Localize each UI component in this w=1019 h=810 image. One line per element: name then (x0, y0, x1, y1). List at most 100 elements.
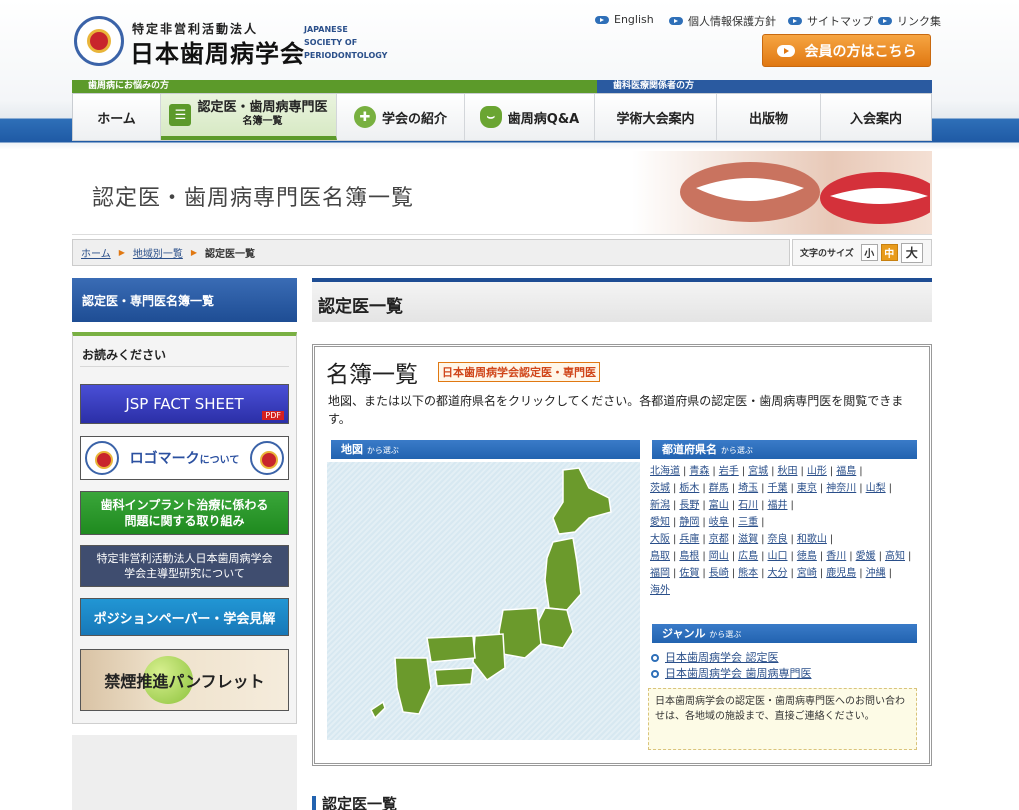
nav-home[interactable]: ホーム (73, 94, 161, 140)
nav-specialist-list[interactable]: ☰ 認定医・歯周病専門医 名簿一覧 (161, 94, 337, 140)
prefecture-link[interactable]: 大分 (768, 568, 788, 579)
prefecture-link[interactable]: 福岡 (650, 568, 670, 579)
list-badge: 日本歯周病学会認定医・専門医 (438, 362, 600, 382)
nav-about[interactable]: ✚ 学会の紹介 (337, 94, 465, 140)
arrow-icon (669, 17, 683, 25)
prefecture-link[interactable]: 奈良 (768, 534, 788, 545)
prefecture-link[interactable]: 山形 (807, 466, 827, 477)
tooth-icon: ⌣ (479, 106, 502, 128)
font-size-small-button[interactable]: 小 (860, 244, 878, 261)
nav-join[interactable]: 入会案内 (821, 94, 931, 140)
prefecture-link[interactable]: 宮崎 (797, 568, 817, 579)
separator: | (702, 568, 706, 579)
prefecture-link[interactable]: 石川 (738, 500, 758, 511)
prefecture-row: 茨城 | 栃木 | 群馬 | 埼玉 | 千葉 | 東京 | 神奈川 | 山梨 | (650, 480, 915, 497)
prefecture-link[interactable]: 北海道 (650, 466, 680, 477)
prefecture-link[interactable]: 山口 (768, 551, 788, 562)
prefecture-link[interactable]: 福島 (836, 466, 856, 477)
genre-section-header: ジャンル から選ぶ (648, 624, 917, 643)
separator: | (819, 551, 824, 562)
prefecture-link[interactable]: 新潟 (650, 500, 670, 511)
member-login-button[interactable]: 会員の方はこちら (762, 34, 931, 67)
japan-map[interactable] (327, 462, 640, 740)
util-link-links[interactable]: リンク集 (878, 13, 941, 29)
util-link-privacy[interactable]: 個人情報保護方針 (669, 13, 776, 29)
prefecture-link[interactable]: 青森 (689, 466, 709, 477)
audience-bar-professional: 歯科医療関係者の方 (597, 80, 932, 93)
prefecture-link[interactable]: 徳島 (797, 551, 817, 562)
prefecture-link[interactable]: 大阪 (650, 534, 670, 545)
separator: | (741, 466, 746, 477)
prefecture-link[interactable]: 京都 (709, 534, 729, 545)
prefecture-link[interactable]: 静岡 (679, 517, 699, 528)
prefecture-link[interactable]: 愛媛 (856, 551, 876, 562)
prefecture-link[interactable]: 岩手 (719, 466, 739, 477)
plus-icon: ✚ (353, 106, 376, 128)
separator: | (761, 517, 765, 528)
prefecture-link[interactable]: 長崎 (709, 568, 729, 579)
logo-title[interactable]: 日本歯周病学会 (130, 34, 305, 69)
prefecture-section-header: 都道府県名 から選ぶ (648, 440, 917, 459)
prefecture-link[interactable]: 熊本 (738, 568, 758, 579)
prefecture-link[interactable]: 秋田 (778, 466, 798, 477)
prefecture-link[interactable]: 鳥取 (650, 551, 670, 562)
society-seal-logo[interactable] (74, 16, 124, 66)
seal-icon (85, 441, 119, 475)
prefecture-link[interactable]: 埼玉 (738, 483, 758, 494)
font-size-medium-button[interactable]: 中 (880, 244, 898, 261)
smoking-pamphlet-banner[interactable]: 禁煙推進パンフレット (80, 649, 289, 711)
sidebar-title[interactable]: 認定医・専門医名簿一覧 (72, 278, 297, 322)
prefecture-link[interactable]: 愛知 (650, 517, 670, 528)
prefecture-link[interactable]: 高知 (885, 551, 905, 562)
separator: | (790, 534, 794, 545)
prefecture-link[interactable]: 島根 (679, 551, 699, 562)
map-region-kinki (472, 633, 506, 682)
separator: | (731, 551, 736, 562)
prefecture-link[interactable]: 群馬 (709, 483, 729, 494)
research-banner[interactable]: 特定非営利活動法人日本歯周病学会 学会主導型研究について (80, 545, 289, 587)
prefecture-link[interactable]: 兵庫 (679, 534, 699, 545)
prefecture-link[interactable]: 和歌山 (797, 534, 827, 545)
separator: | (761, 568, 765, 579)
prefecture-link[interactable]: 東京 (797, 483, 817, 494)
prefecture-link[interactable]: 栃木 (679, 483, 699, 494)
prefecture-link[interactable]: 岡山 (709, 551, 729, 562)
prefecture-link[interactable]: 鹿児島 (826, 568, 856, 579)
prefecture-link[interactable]: 滋賀 (738, 534, 758, 545)
breadcrumb-region[interactable]: 地域別一覧 (133, 245, 183, 260)
prefecture-link[interactable]: 山梨 (866, 483, 886, 494)
separator: | (859, 466, 863, 477)
nav-publications[interactable]: 出版物 (717, 94, 821, 140)
breadcrumb-home[interactable]: ホーム (81, 245, 111, 260)
font-size-large-button[interactable]: 大 (900, 242, 923, 263)
util-link-english[interactable]: English (595, 13, 654, 26)
separator: | (819, 483, 824, 494)
implant-banner[interactable]: 歯科インプラント治療に係わる 問題に関する取り組み (80, 491, 289, 535)
prefecture-link[interactable]: 福井 (768, 500, 788, 511)
position-paper-banner[interactable]: ポジションペーパー・学会見解 (80, 598, 289, 636)
nav-congress[interactable]: 学術大会案内 (595, 94, 717, 140)
prefecture-link[interactable]: 佐賀 (679, 568, 699, 579)
nav-qa[interactable]: ⌣ 歯周病Q&A (465, 94, 595, 140)
prefecture-link[interactable]: 神奈川 (826, 483, 856, 494)
logo-mark-banner[interactable]: ロゴマークについて (80, 436, 289, 480)
genre-link-certified[interactable]: 日本歯周病学会 認定医 (651, 650, 812, 666)
prefecture-link[interactable]: 長野 (679, 500, 699, 511)
prefecture-link[interactable]: 広島 (738, 551, 758, 562)
prefecture-link[interactable]: 宮城 (748, 466, 768, 477)
prefecture-link[interactable]: 香川 (826, 551, 846, 562)
prefecture-link[interactable]: 三重 (738, 517, 758, 528)
prefecture-link[interactable]: 富山 (709, 500, 729, 511)
breadcrumb-current: 認定医一覧 (205, 249, 256, 260)
prefecture-link[interactable]: 海外 (650, 585, 670, 596)
prefecture-link[interactable]: 岐阜 (709, 517, 729, 528)
arrow-icon (878, 17, 892, 25)
separator: | (829, 534, 834, 545)
prefecture-link[interactable]: 千葉 (768, 483, 788, 494)
genre-link-specialist[interactable]: 日本歯周病学会 歯周病専門医 (651, 666, 812, 682)
prefecture-link[interactable]: 茨城 (650, 483, 670, 494)
fact-sheet-banner[interactable]: JSP FACT SHEET PDF (80, 384, 289, 424)
util-link-sitemap[interactable]: サイトマップ (788, 13, 873, 29)
breadcrumb-arrow-icon: ▶ (190, 248, 198, 257)
prefecture-link[interactable]: 沖縄 (866, 568, 886, 579)
